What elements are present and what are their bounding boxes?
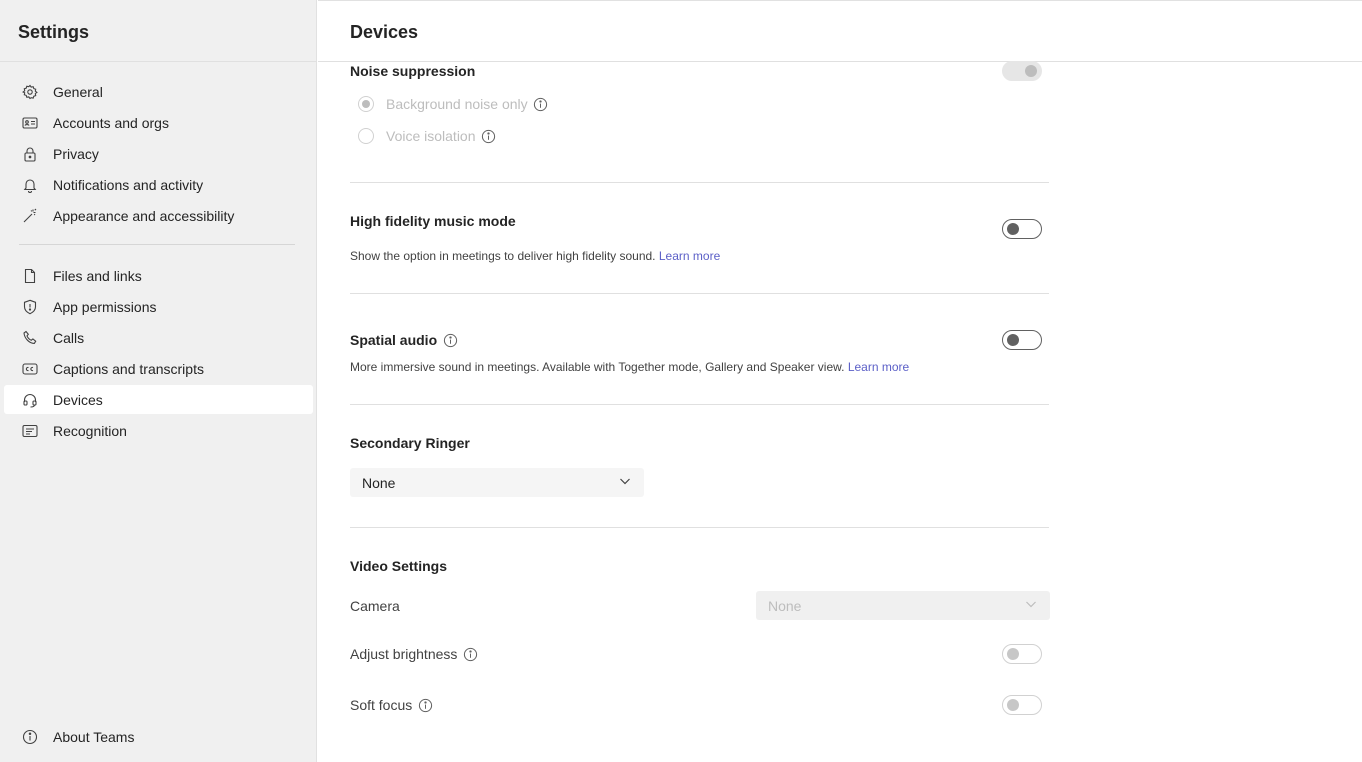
hifi-description: Show the option in meetings to deliver h… [350, 249, 720, 263]
sidebar-item-devices[interactable]: Devices [4, 385, 313, 414]
secondary-ringer-dropdown[interactable]: None [350, 468, 644, 497]
divider [318, 0, 1362, 1]
info-icon[interactable] [463, 647, 478, 662]
info-icon[interactable] [533, 97, 548, 112]
adjust-brightness-toggle[interactable] [1002, 644, 1042, 664]
radio-voice-isolation[interactable]: Voice isolation [358, 128, 496, 144]
divider [350, 182, 1049, 183]
toggle-knob [1007, 699, 1019, 711]
divider [350, 527, 1049, 528]
divider [19, 244, 295, 245]
sidebar-item-label: Calls [53, 329, 85, 346]
info-icon[interactable] [481, 129, 496, 144]
sidebar-item-label: About Teams [53, 728, 135, 745]
video-settings-title: Video Settings [350, 558, 447, 574]
recognition-icon [22, 423, 38, 439]
info-icon[interactable] [443, 333, 458, 348]
divider [0, 61, 317, 62]
sidebar-item-label: Appearance and accessibility [53, 207, 235, 224]
info-icon[interactable] [418, 698, 433, 713]
closed-captions-icon [22, 361, 38, 377]
camera-dropdown[interactable]: None [756, 591, 1050, 620]
sidebar-item-appearance[interactable]: Appearance and accessibility [4, 201, 313, 230]
sidebar-title: Settings [18, 22, 90, 42]
radio-label: Voice isolation [386, 128, 476, 144]
sidebar-item-recognition[interactable]: Recognition [4, 416, 313, 445]
adjust-brightness-label: Adjust brightness [350, 646, 458, 662]
radio-button[interactable] [358, 128, 374, 144]
secondary-ringer-title: Secondary Ringer [350, 435, 470, 451]
spatial-description-text: More immersive sound in meetings. Availa… [350, 360, 845, 374]
spatial-audio-title: Spatial audio [350, 332, 438, 348]
magic-wand-icon [22, 208, 38, 224]
sidebar-item-label: Devices [53, 391, 103, 408]
sidebar-item-captions[interactable]: Captions and transcripts [4, 354, 313, 383]
sidebar-item-label: Notifications and activity [53, 176, 204, 193]
soft-focus-row: Soft focus [350, 697, 433, 713]
hifi-title: High fidelity music mode [350, 213, 516, 229]
id-card-icon [22, 115, 38, 131]
sidebar-item-label: Recognition [53, 422, 127, 439]
settings-sidebar: Settings General Accounts and orgs Priva… [0, 0, 317, 762]
chevron-down-icon [1024, 597, 1038, 614]
sidebar-item-label: Privacy [53, 145, 99, 162]
radio-background-noise[interactable]: Background noise only [358, 96, 548, 112]
info-icon [22, 729, 38, 745]
toggle-knob [1007, 223, 1019, 235]
sidebar-item-label: General [53, 83, 103, 100]
dropdown-value: None [768, 597, 802, 614]
sidebar-item-files[interactable]: Files and links [4, 261, 313, 290]
noise-suppression-toggle[interactable] [1002, 61, 1042, 81]
spatial-audio-header: Spatial audio [350, 332, 458, 348]
learn-more-link[interactable]: Learn more [848, 360, 909, 374]
divider [318, 61, 1362, 62]
divider [350, 404, 1049, 405]
radio-label: Background noise only [386, 96, 528, 112]
sidebar-item-about[interactable]: About Teams [4, 722, 313, 751]
toggle-knob [1007, 334, 1019, 346]
sidebar-item-label: Accounts and orgs [53, 114, 169, 131]
document-icon [22, 268, 38, 284]
lock-icon [22, 146, 38, 162]
radio-dot [362, 100, 370, 108]
main-content: Devices Noise suppression Background noi… [318, 0, 1362, 762]
learn-more-link[interactable]: Learn more [659, 249, 720, 263]
headset-icon [22, 392, 38, 408]
divider [350, 293, 1049, 294]
soft-focus-toggle[interactable] [1002, 695, 1042, 715]
soft-focus-label: Soft focus [350, 697, 413, 713]
spatial-description: More immersive sound in meetings. Availa… [350, 360, 909, 374]
hifi-description-text: Show the option in meetings to deliver h… [350, 249, 656, 263]
sidebar-item-accounts[interactable]: Accounts and orgs [4, 108, 313, 137]
toggle-knob [1007, 648, 1019, 660]
sidebar-item-notifications[interactable]: Notifications and activity [4, 170, 313, 199]
sidebar-item-calls[interactable]: Calls [4, 323, 313, 352]
radio-button[interactable] [358, 96, 374, 112]
bell-icon [22, 177, 38, 193]
sidebar-item-app-permissions[interactable]: App permissions [4, 292, 313, 321]
chevron-down-icon [618, 474, 632, 491]
sidebar-item-label: Captions and transcripts [53, 360, 204, 377]
spatial-audio-toggle[interactable] [1002, 330, 1042, 350]
toggle-knob [1025, 65, 1037, 77]
sidebar-item-label: App permissions [53, 298, 157, 315]
hifi-toggle[interactable] [1002, 219, 1042, 239]
sidebar-item-privacy[interactable]: Privacy [4, 139, 313, 168]
page-title: Devices [350, 22, 419, 42]
phone-icon [22, 330, 38, 346]
sidebar-item-general[interactable]: General [4, 77, 313, 106]
noise-suppression-title: Noise suppression [350, 63, 476, 79]
dropdown-value: None [362, 474, 396, 491]
sidebar-item-label: Files and links [53, 267, 142, 284]
adjust-brightness-row: Adjust brightness [350, 646, 478, 662]
gear-icon [22, 84, 38, 100]
shield-icon [22, 299, 38, 315]
camera-label: Camera [350, 598, 400, 614]
